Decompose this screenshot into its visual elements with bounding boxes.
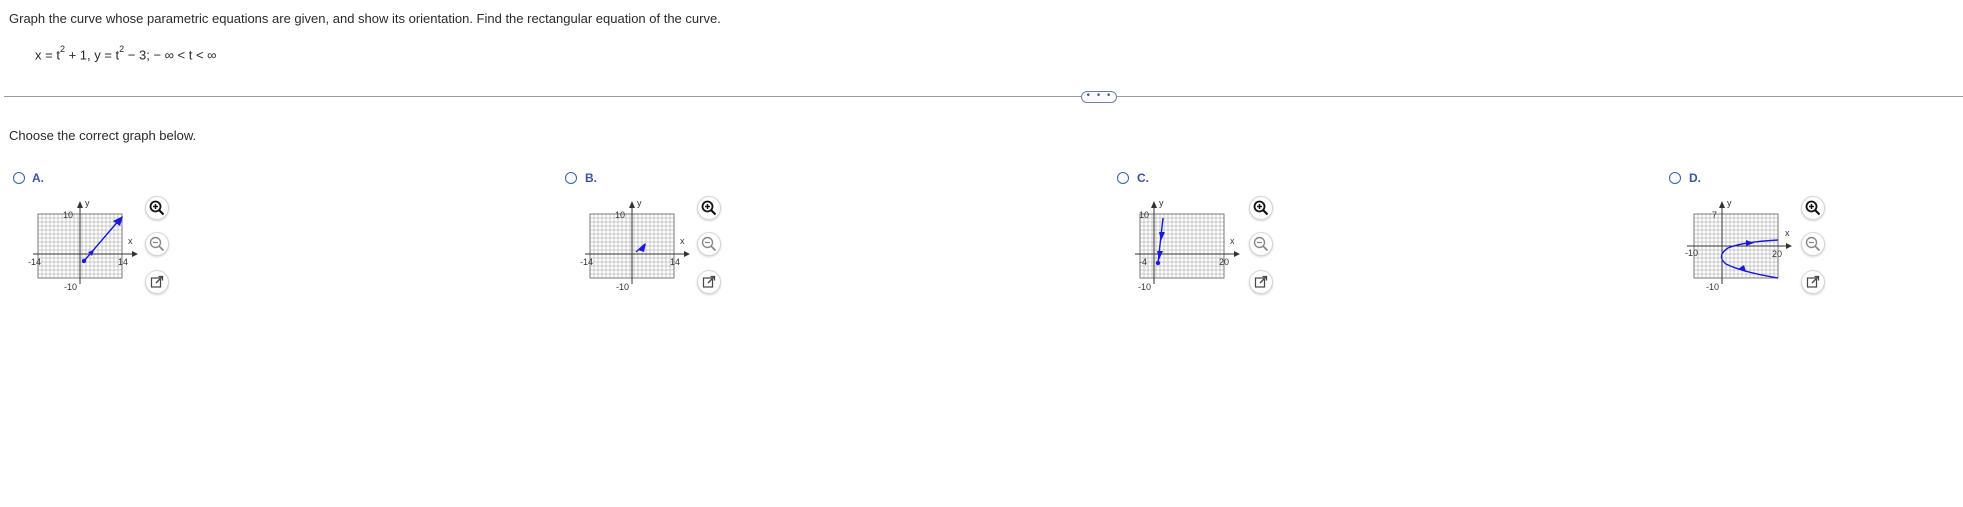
- option-b-radio[interactable]: [565, 172, 577, 184]
- y-max-tick: 7: [1712, 210, 1717, 220]
- option-a-zoom-out-button[interactable]: [145, 232, 169, 256]
- x-axis-arrow-icon: [1786, 243, 1792, 249]
- expand-more-button[interactable]: • • •: [1081, 91, 1117, 103]
- eq-y-rhs: − 3; − ∞ < t < ∞: [124, 47, 217, 63]
- y-max-tick: 10: [615, 210, 625, 220]
- option-c-zoom-in-button[interactable]: [1249, 196, 1273, 220]
- option-d-open-button[interactable]: [1801, 270, 1825, 294]
- zoom-out-icon: [149, 236, 165, 252]
- external-link-icon: [150, 275, 164, 288]
- zoom-in-icon: [1805, 200, 1821, 216]
- divider: [4, 96, 1963, 97]
- x-max-tick: 14: [118, 257, 128, 267]
- x-axis-arrow-icon: [1234, 251, 1240, 257]
- option-c-zoom-out-button[interactable]: [1249, 232, 1273, 256]
- option-d-graph: y x 7 -10 -10 20: [1685, 198, 1792, 292]
- x-min-tick: -14: [580, 257, 593, 267]
- y-max-tick: 10: [63, 210, 73, 220]
- x-min-tick: -4: [1139, 257, 1147, 267]
- eq-x-rhs: + 1, y = t: [64, 47, 120, 63]
- zoom-in-icon: [149, 200, 165, 216]
- y-axis-arrow-icon: [1719, 201, 1725, 208]
- zoom-out-icon: [1805, 236, 1821, 252]
- parametric-equations: x = t2 + 1, y = t2 − 3; − ∞ < t < ∞: [35, 44, 217, 63]
- y-max-tick: 10: [1139, 210, 1149, 220]
- option-b-zoom-in-button[interactable]: [697, 196, 721, 220]
- zoom-out-icon: [1253, 236, 1269, 252]
- option-d-zoom-out-button[interactable]: [1801, 232, 1825, 256]
- y-min-tick: -10: [1138, 282, 1151, 292]
- y-axis-label: y: [1159, 198, 1164, 208]
- eq-y-exp: 2: [119, 44, 125, 54]
- zoom-out-icon: [701, 236, 717, 252]
- y-axis-arrow-icon: [1151, 201, 1157, 208]
- curve-endpoint: [1155, 260, 1161, 266]
- prompt-text: Choose the correct graph below.: [9, 128, 197, 143]
- option-d-zoom-in-button[interactable]: [1801, 196, 1825, 220]
- question-text: Graph the curve whose parametric equatio…: [9, 11, 721, 26]
- x-axis-label: x: [1785, 228, 1790, 238]
- y-axis-label: y: [85, 198, 90, 208]
- external-link-icon: [1254, 275, 1268, 288]
- y-min-tick: -10: [64, 282, 77, 292]
- external-link-icon: [702, 275, 716, 288]
- y-axis-arrow-icon: [77, 201, 83, 208]
- option-c-radio[interactable]: [1117, 172, 1129, 184]
- zoom-in-icon: [701, 200, 717, 216]
- external-link-icon: [1806, 275, 1820, 288]
- option-c-open-button[interactable]: [1249, 270, 1273, 294]
- option-b-label: B.: [585, 171, 597, 185]
- x-max-tick: 14: [670, 257, 680, 267]
- option-d-label: D.: [1689, 171, 1701, 185]
- x-max-tick: 20: [1219, 257, 1229, 267]
- option-c-label: C.: [1137, 171, 1149, 185]
- option-a-radio[interactable]: [13, 172, 25, 184]
- option-b-open-button[interactable]: [697, 270, 721, 294]
- y-axis-label: y: [637, 198, 642, 208]
- x-min-tick: -14: [28, 257, 41, 267]
- graph-grid: [1139, 213, 1225, 279]
- x-axis-arrow-icon: [684, 251, 690, 257]
- zoom-in-icon: [1253, 200, 1269, 216]
- x-min-tick: -10: [1685, 248, 1698, 258]
- x-axis-label: x: [1230, 236, 1235, 246]
- option-a-zoom-in-button[interactable]: [145, 196, 169, 220]
- option-a-open-button[interactable]: [145, 270, 169, 294]
- y-min-tick: -10: [1706, 282, 1719, 292]
- y-axis-label: y: [1727, 198, 1732, 208]
- y-min-tick: -10: [616, 282, 629, 292]
- x-axis-arrow-icon: [132, 251, 138, 257]
- curve-endpoint: [81, 258, 87, 264]
- eq-x-exp: 2: [59, 44, 65, 54]
- eq-x-lhs: x = t: [35, 47, 60, 63]
- option-d-radio[interactable]: [1669, 172, 1681, 184]
- option-b-graph: y x 10 -10 -14 14: [580, 198, 690, 292]
- option-a-graph: y x 10 -10 -14 14: [28, 198, 138, 292]
- option-a-label: A.: [32, 171, 44, 185]
- x-max-tick: 20: [1772, 249, 1782, 259]
- x-axis-label: x: [680, 236, 685, 246]
- y-axis-arrow-icon: [629, 201, 635, 208]
- option-b-zoom-out-button[interactable]: [697, 232, 721, 256]
- option-c-graph: y x 10 -10 -4 20: [1135, 198, 1240, 292]
- x-axis-label: x: [128, 236, 133, 246]
